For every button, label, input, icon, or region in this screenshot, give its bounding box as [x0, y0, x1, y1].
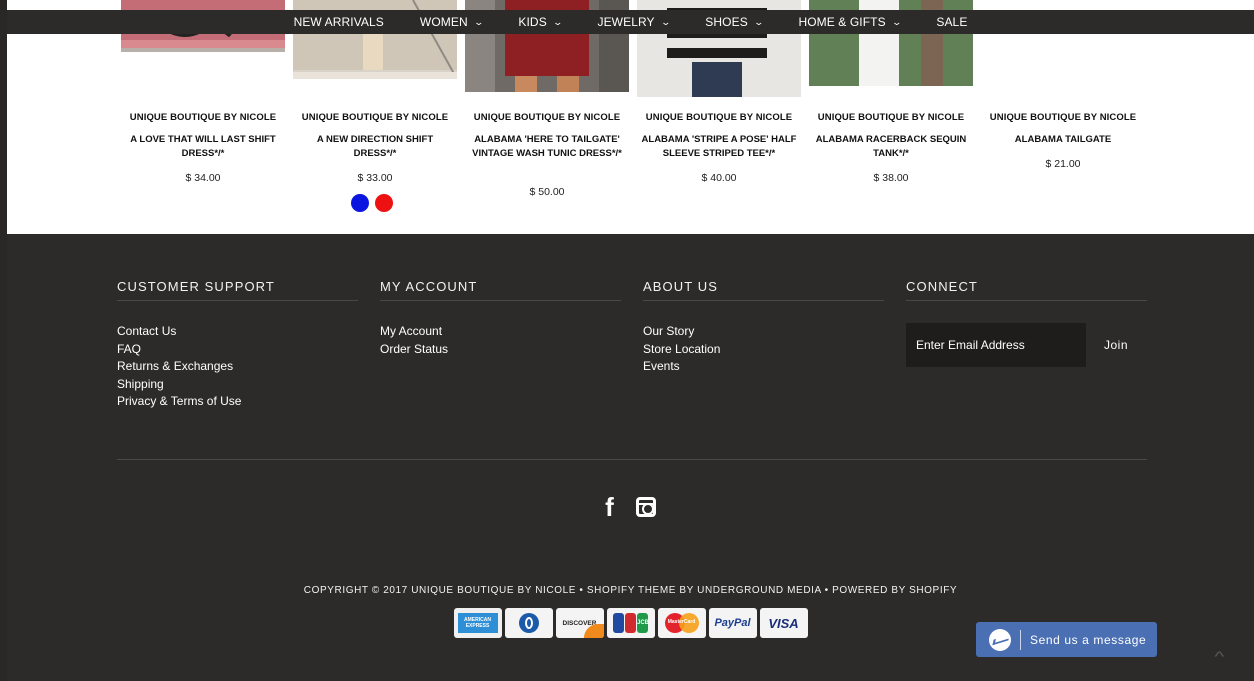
- nav-shoes[interactable]: SHOES ⌄: [705, 15, 764, 29]
- payment-label: JCB: [637, 613, 649, 633]
- email-input[interactable]: [906, 323, 1086, 367]
- footer-my-account: MY ACCOUNT My Account Order Status: [380, 279, 621, 358]
- footer-link-my-account[interactable]: My Account: [380, 323, 621, 341]
- product-price: $ 21.00: [1045, 158, 1081, 170]
- nav-jewelry[interactable]: JEWELRY ⌄: [597, 15, 671, 29]
- nav-home-gifts[interactable]: HOME & GIFTS ⌄: [798, 15, 902, 29]
- footer-heading: CUSTOMER SUPPORT: [117, 279, 358, 301]
- main-nav: NEW ARRIVALS WOMEN ⌄ KIDS ⌄ JEWELRY ⌄ SHOES…: [7, 10, 1254, 34]
- nav-label: SHOES: [705, 15, 748, 29]
- footer-link-returns[interactable]: Returns & Exchanges: [117, 358, 358, 376]
- product-title[interactable]: A NEW DIRECTION SHIFT DRESS*/*: [289, 133, 461, 161]
- facebook-icon[interactable]: f: [605, 494, 614, 520]
- footer-connect: CONNECT Join: [906, 279, 1147, 367]
- left-edge: [0, 0, 7, 681]
- product-price: $ 34.00: [185, 172, 221, 184]
- diners-club-icon: [504, 608, 553, 638]
- product-price: $ 33.00: [357, 172, 393, 184]
- nav-new-arrivals[interactable]: NEW ARRIVALS: [294, 15, 384, 29]
- product-brand: UNIQUE BOUTIQUE BY NICOLE: [473, 112, 621, 123]
- paypal-icon: PayPal: [708, 608, 757, 638]
- product-price: $ 50.00: [529, 186, 565, 198]
- nav-label: SALE: [936, 15, 968, 29]
- footer-divider: [117, 459, 1147, 460]
- footer-link-contact-us[interactable]: Contact Us: [117, 323, 358, 341]
- chevron-up-icon[interactable]: ^: [1214, 648, 1224, 664]
- social-links: f: [7, 494, 1254, 520]
- jcb-icon: JCB: [606, 608, 655, 638]
- footer-link-our-story[interactable]: Our Story: [643, 323, 884, 341]
- footer-link-store-location[interactable]: Store Location: [643, 341, 884, 359]
- messenger-icon: [989, 628, 1011, 651]
- product-brand: UNIQUE BOUTIQUE BY NICOLE: [989, 112, 1137, 123]
- mastercard-icon: MasterCard: [657, 608, 706, 638]
- messenger-separator: [1020, 629, 1021, 650]
- product-title[interactable]: A LOVE THAT WILL LAST SHIFT DRESS*/*: [117, 133, 289, 161]
- product-title[interactable]: ALABAMA RACERBACK SEQUIN TANK*/*: [805, 133, 977, 161]
- nav-label: HOME & GIFTS: [798, 15, 886, 29]
- copyright-text: COPYRIGHT © 2017 UNIQUE BOUTIQUE BY NICO…: [303, 585, 958, 596]
- color-swatch-blue[interactable]: [351, 194, 369, 212]
- chevron-down-icon: ⌄: [660, 16, 671, 27]
- join-button[interactable]: Join: [1104, 338, 1128, 352]
- product-price: $ 38.00: [873, 172, 909, 184]
- footer-link-privacy[interactable]: Privacy & Terms of Use: [117, 393, 358, 411]
- chevron-down-icon: ⌄: [753, 16, 764, 27]
- footer-link-events[interactable]: Events: [643, 358, 884, 376]
- product-title[interactable]: ALABAMA 'STRIPE A POSE' HALF SLEEVE STRI…: [633, 133, 805, 161]
- nav-kids[interactable]: KIDS ⌄: [518, 15, 563, 29]
- payment-label: VISA: [768, 615, 799, 631]
- payment-label: PayPal: [714, 617, 751, 629]
- discover-icon: DISCOVER: [555, 608, 604, 638]
- payment-label: AMERICAN EXPRESS: [457, 613, 498, 633]
- nav-sale[interactable]: SALE: [936, 15, 967, 29]
- visa-icon: VISA: [759, 608, 808, 638]
- instagram-icon[interactable]: [635, 497, 656, 517]
- product-grid: UNIQUE BOUTIQUE BY NICOLE A LOVE THAT WI…: [7, 0, 1254, 234]
- nav-label: KIDS: [518, 15, 547, 29]
- footer-link-faq[interactable]: FAQ: [117, 341, 358, 359]
- footer-heading: ABOUT US: [643, 279, 884, 301]
- footer-link-order-status[interactable]: Order Status: [380, 341, 621, 359]
- footer-about-us: ABOUT US Our Story Store Location Events: [643, 279, 884, 376]
- product-title[interactable]: ALABAMA 'HERE TO TAILGATE' VINTAGE WASH …: [461, 133, 633, 161]
- product-brand: UNIQUE BOUTIQUE BY NICOLE: [301, 112, 449, 123]
- footer-heading: MY ACCOUNT: [380, 279, 621, 301]
- nav-label: JEWELRY: [597, 15, 655, 29]
- product-price: $ 40.00: [701, 172, 737, 184]
- payment-label: MasterCard: [667, 619, 696, 625]
- amex-icon: AMERICAN EXPRESS: [453, 608, 502, 638]
- nav-label: NEW ARRIVALS: [293, 15, 384, 29]
- chevron-down-icon: ⌄: [891, 16, 902, 27]
- color-swatch-red[interactable]: [375, 194, 393, 212]
- product-brand: UNIQUE BOUTIQUE BY NICOLE: [817, 112, 965, 123]
- messenger-button[interactable]: Send us a message: [976, 622, 1157, 657]
- messenger-label: Send us a message: [1030, 632, 1147, 647]
- product-brand: UNIQUE BOUTIQUE BY NICOLE: [645, 112, 793, 123]
- footer-customer-support: CUSTOMER SUPPORT Contact Us FAQ Returns …: [117, 279, 358, 411]
- product-title[interactable]: ALABAMA TAILGATE: [977, 133, 1149, 147]
- product-brand: UNIQUE BOUTIQUE BY NICOLE: [129, 112, 277, 123]
- footer-link-shipping[interactable]: Shipping: [117, 376, 358, 394]
- footer-heading: CONNECT: [906, 279, 1147, 301]
- nav-label: WOMEN: [419, 15, 468, 29]
- chevron-down-icon: ⌄: [473, 16, 484, 27]
- chevron-down-icon: ⌄: [552, 16, 563, 27]
- site-footer: CUSTOMER SUPPORT Contact Us FAQ Returns …: [7, 234, 1254, 681]
- nav-women[interactable]: WOMEN ⌄: [419, 15, 484, 29]
- newsletter-form: Join: [906, 323, 1147, 367]
